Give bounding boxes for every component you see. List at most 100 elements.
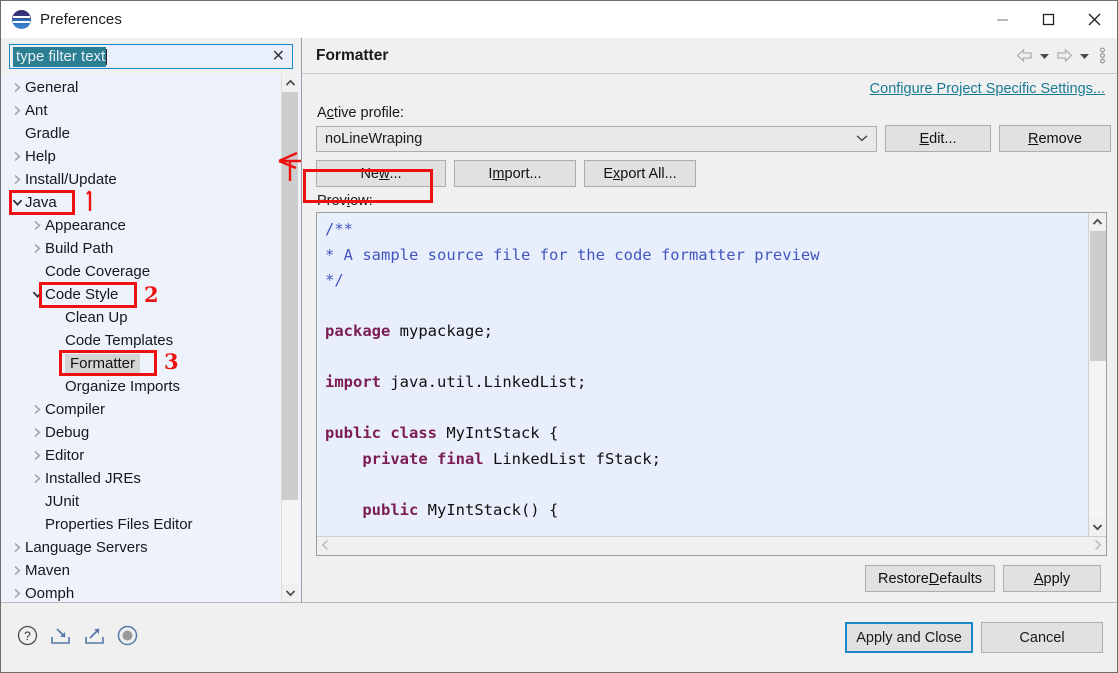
vertical-dots-icon[interactable]	[1094, 47, 1107, 64]
chevron-right-icon[interactable]	[29, 473, 45, 484]
sidebar-item-help[interactable]: Help	[1, 145, 281, 168]
code-token: */	[325, 271, 344, 289]
sidebar-item-label: Oomph	[25, 585, 75, 602]
cancel-button[interactable]: Cancel	[981, 622, 1103, 653]
scrollbar-track[interactable]	[282, 92, 298, 584]
configure-link-row: Configure Project Specific Settings...	[316, 74, 1111, 101]
sidebar-item-label: Appearance	[45, 217, 126, 234]
maximize-button[interactable]	[1025, 1, 1071, 38]
chevron-right-icon[interactable]	[9, 588, 25, 599]
apply-button[interactable]: Apply	[1003, 565, 1101, 592]
preview-inner: /** * A sample source file for the code f…	[317, 213, 1106, 536]
sidebar-item-java[interactable]: Java	[1, 191, 281, 214]
sidebar-item-compiler[interactable]: Compiler	[1, 398, 281, 421]
scrollbar-thumb[interactable]	[1090, 231, 1106, 361]
restore-defaults-button[interactable]: Restore Defaults	[865, 565, 995, 592]
chevron-right-icon[interactable]	[9, 105, 25, 116]
sidebar-item-clean-up[interactable]: Clean Up	[1, 306, 281, 329]
btn-mnemonic: D	[928, 570, 940, 587]
code-token: MyIntStack {	[436, 424, 559, 442]
scroll-down-icon[interactable]	[282, 584, 298, 602]
export-preferences-icon[interactable]	[83, 625, 106, 650]
scroll-up-icon[interactable]	[282, 74, 298, 92]
sidebar-item-junit[interactable]: JUnit	[1, 490, 281, 513]
sidebar-item-ant[interactable]: Ant	[1, 99, 281, 122]
chevron-right-icon[interactable]	[29, 220, 45, 231]
import-preferences-icon[interactable]	[49, 625, 72, 650]
chevron-right-icon[interactable]	[29, 427, 45, 438]
sidebar-item-debug[interactable]: Debug	[1, 421, 281, 444]
code-line: * A sample source file for the code form…	[325, 243, 1088, 269]
sidebar-item-language-servers[interactable]: Language Servers	[1, 536, 281, 559]
sidebar-scrollbar[interactable]	[281, 74, 298, 602]
forward-history-chevron-down-icon[interactable]	[1077, 52, 1092, 60]
window-titlebar: Preferences	[1, 1, 1117, 38]
sidebar-item-properties-files-editor[interactable]: Properties Files Editor	[1, 513, 281, 536]
sidebar-edge	[298, 74, 301, 602]
btn-mnemonic: E	[919, 130, 930, 147]
btn-mnemonic: m	[492, 165, 505, 182]
chevron-down-icon[interactable]	[29, 290, 45, 299]
configure-project-specific-settings-link[interactable]: Configure Project Specific Settings...	[870, 81, 1105, 97]
preferences-tree[interactable]: General Ant Gradle Help Install/Update Java Ap…	[1, 74, 281, 602]
sidebar-item-general[interactable]: General	[1, 76, 281, 99]
sidebar-item-gradle[interactable]: Gradle	[1, 122, 281, 145]
preview-label: Preview:	[316, 192, 1111, 212]
preview-horizontal-scrollbar[interactable]	[317, 536, 1106, 555]
sidebar-item-oomph[interactable]: Oomph	[1, 582, 281, 602]
sidebar-item-code-coverage[interactable]: Code Coverage	[1, 260, 281, 283]
back-arrow-icon[interactable]	[1014, 48, 1035, 63]
text-caret	[106, 48, 108, 65]
forward-arrow-icon[interactable]	[1054, 48, 1075, 63]
clear-search-icon[interactable]: ✕	[272, 48, 285, 65]
chevron-right-icon[interactable]	[9, 82, 25, 93]
sidebar-item-editor[interactable]: Editor	[1, 444, 281, 467]
chevron-right-icon[interactable]	[9, 542, 25, 553]
oomph-recorder-icon[interactable]	[117, 625, 138, 650]
sidebar-item-organize-imports[interactable]: Organize Imports	[1, 375, 281, 398]
help-icon[interactable]: ?	[17, 625, 38, 650]
chevron-right-icon[interactable]	[29, 404, 45, 415]
chevron-right-icon[interactable]	[29, 450, 45, 461]
page-nav-toolbar	[1014, 47, 1107, 64]
import-profile-button[interactable]: Im port...	[454, 160, 576, 187]
code-preview[interactable]: /** * A sample source file for the code f…	[317, 213, 1088, 536]
code-line: package mypackage;	[325, 319, 1088, 345]
new-profile-button[interactable]: Ne w...	[316, 160, 446, 187]
sidebar-item-install-update[interactable]: Install/Update	[1, 168, 281, 191]
remove-profile-button[interactable]: Remove	[999, 125, 1111, 152]
sidebar-item-installed-jres[interactable]: Installed JREs	[1, 467, 281, 490]
preview-vertical-scrollbar[interactable]	[1088, 213, 1106, 536]
scroll-down-icon[interactable]	[1089, 518, 1106, 536]
back-history-chevron-down-icon[interactable]	[1037, 52, 1052, 60]
code-line: public class MyIntStack {	[325, 421, 1088, 447]
chevron-right-icon[interactable]	[9, 151, 25, 162]
chevron-right-icon[interactable]	[29, 243, 45, 254]
sidebar-item-code-style[interactable]: Code Style	[1, 283, 281, 306]
apply-and-close-button[interactable]: Apply and Close	[845, 622, 973, 653]
scrollbar-thumb[interactable]	[282, 92, 298, 500]
sidebar-item-formatter[interactable]: Formatter	[1, 352, 281, 375]
sidebar-item-maven[interactable]: Maven	[1, 559, 281, 582]
edit-profile-button[interactable]: Edit...	[885, 125, 991, 152]
chevron-right-icon[interactable]	[1093, 539, 1102, 554]
scroll-up-icon[interactable]	[1089, 213, 1106, 231]
code-token: LinkedList fStack;	[483, 449, 661, 468]
code-line: */	[325, 268, 1088, 294]
sidebar-item-label: Clean Up	[65, 309, 128, 326]
chevron-down-icon[interactable]	[9, 198, 25, 207]
chevron-right-icon[interactable]	[9, 174, 25, 185]
close-button[interactable]	[1071, 1, 1117, 38]
search-input[interactable]: type filter text ✕	[9, 44, 293, 69]
chevron-down-icon[interactable]	[856, 133, 870, 145]
export-all-profiles-button[interactable]: Ex port All...	[584, 160, 696, 187]
sidebar-item-appearance[interactable]: Appearance	[1, 214, 281, 237]
chevron-right-icon[interactable]	[9, 565, 25, 576]
sidebar-item-build-path[interactable]: Build Path	[1, 237, 281, 260]
scrollbar-track[interactable]	[1089, 231, 1106, 518]
minimize-button[interactable]	[979, 1, 1025, 38]
sidebar-item-code-templates[interactable]: Code Templates	[1, 329, 281, 352]
active-profile-combobox[interactable]: noLineWraping	[316, 125, 877, 152]
chevron-left-icon[interactable]	[321, 539, 330, 554]
